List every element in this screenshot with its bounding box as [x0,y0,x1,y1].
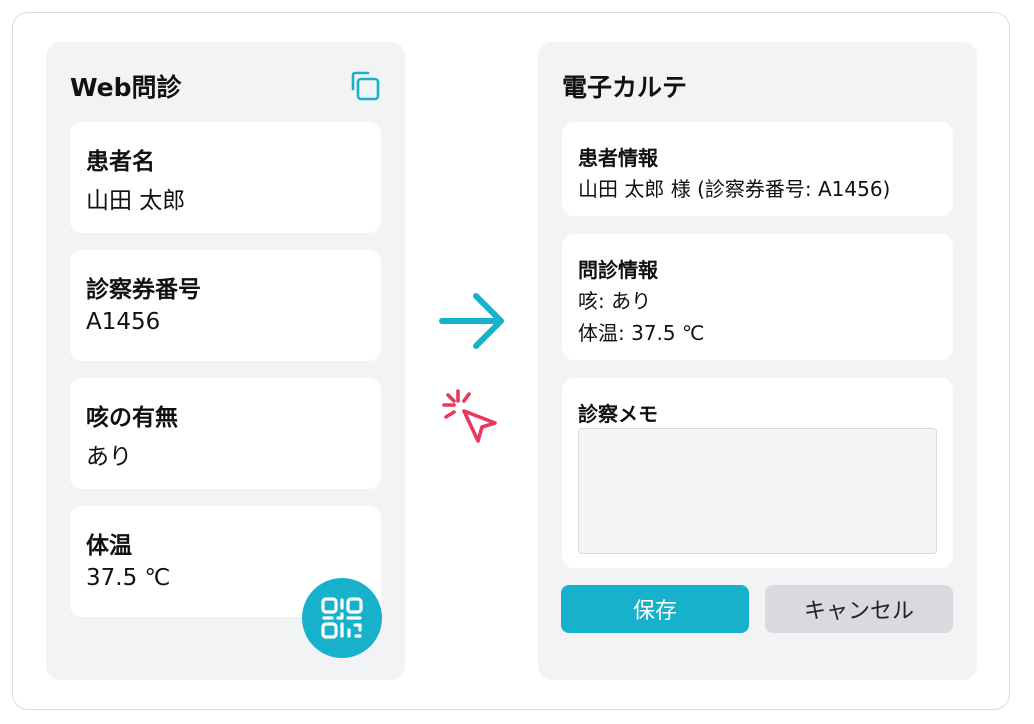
web-questionnaire-panel: Web問診 患者名 山田 太郎 診察券番号 A1456 咳の有無 あり 体温 3… [46,42,405,680]
save-button[interactable]: 保存 [561,585,749,633]
memo-card: 診察メモ [562,378,953,568]
patient-info-label: 患者情報 [578,146,658,170]
memo-textarea[interactable] [578,428,937,554]
patient-info-text: 山田 太郎 様 (診察券番号: A1456) [578,177,891,201]
field-value: あり [86,444,132,470]
patient-info-card: 患者情報 山田 太郎 様 (診察券番号: A1456) [562,122,953,216]
field-label: 咳の有無 [86,405,178,431]
click-cursor-icon [442,389,497,443]
web-questionnaire-title: Web問診 [70,73,182,102]
field-card-card-number: 診察券番号 A1456 [70,250,381,361]
arrow-right-icon [439,293,504,349]
field-value: A1456 [86,309,161,335]
qr-code-icon [321,597,363,639]
interview-info-label: 問診情報 [578,258,658,282]
interview-info-line: 体温: 37.5 ℃ [578,321,705,345]
field-label: 診察券番号 [86,277,201,303]
field-value: 37.5 ℃ [86,565,171,591]
interview-info-card: 問診情報 咳: あり 体温: 37.5 ℃ [562,234,953,360]
memo-label: 診察メモ [578,402,658,426]
field-label: 患者名 [86,149,155,175]
field-card-patient-name: 患者名 山田 太郎 [70,122,381,233]
field-label: 体温 [86,533,132,559]
emr-panel: 電子カルテ 患者情報 山田 太郎 様 (診察券番号: A1456) 問診情報 咳… [538,42,977,680]
field-card-cough: 咳の有無 あり [70,378,381,489]
emr-title: 電子カルテ [562,73,688,102]
field-value: 山田 太郎 [86,188,186,214]
copy-icon[interactable] [348,69,382,103]
interview-info-line: 咳: あり [578,289,652,313]
qr-code-button[interactable] [302,578,382,658]
cancel-button[interactable]: キャンセル [765,585,953,633]
